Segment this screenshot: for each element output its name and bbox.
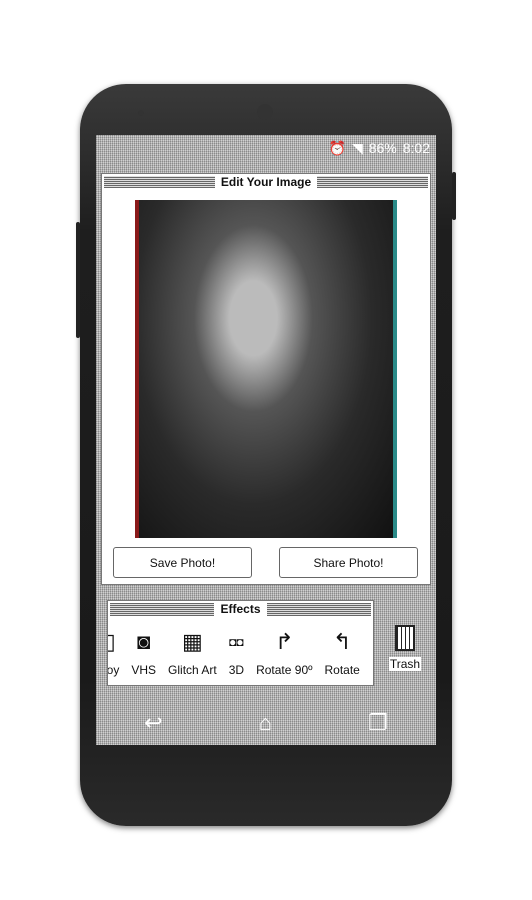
photo-preview[interactable] [135, 200, 397, 538]
screen: ⏰ ◥ 86% 8:02 Edit Your Image Save Photo!… [96, 135, 436, 745]
effect-rotate-90[interactable]: ↱ Rotate 90º [256, 621, 312, 677]
recents-icon[interactable]: ❐ [368, 710, 388, 736]
rotate-left-icon: ↰ [332, 629, 352, 654]
save-photo-button[interactable]: Save Photo! [113, 547, 252, 578]
effects-title: Effects [214, 603, 267, 616]
effect-gameboy[interactable]: ▯boy [108, 621, 119, 677]
home-icon[interactable]: ⌂ [259, 710, 272, 736]
power-button [452, 172, 456, 220]
share-photo-button[interactable]: Share Photo! [279, 547, 418, 578]
effect-glitch-art[interactable]: ▦ Glitch Art [168, 621, 217, 677]
front-camera [257, 104, 273, 120]
nav-bar: ↩ ⌂ ❐ [96, 700, 436, 745]
clock: 8:02 [402, 140, 430, 156]
editor-title: Edit Your Image [214, 176, 318, 188]
effect-3d[interactable]: ◘◘ 3D [229, 621, 244, 677]
effect-vhs[interactable]: ◙ VHS [131, 621, 156, 677]
alarm-icon: ⏰ [328, 139, 346, 156]
status-bar: ⏰ ◥ 86% 8:02 [96, 135, 436, 161]
back-icon[interactable]: ↩ [144, 710, 162, 736]
trash-button[interactable]: Trash [388, 625, 422, 673]
volume-button [76, 222, 80, 338]
gameboy-icon: ▯ [108, 621, 116, 663]
wifi-icon: ◥ [351, 139, 363, 156]
effects-titlebar: Effects [110, 603, 371, 616]
sensor [138, 110, 144, 116]
battery-level: 86% [368, 140, 397, 156]
effects-list[interactable]: ▯boy ◙VHS ▦Glitch Art ◘◘3D ↱Rotate 90º ↰… [108, 621, 372, 677]
rotate-right-icon: ↱ [275, 629, 294, 654]
editor-card: Edit Your Image Save Photo! Share Photo! [101, 173, 431, 585]
3d-glasses-icon: ◘◘ [229, 635, 244, 649]
trash-label: Trash [388, 657, 422, 671]
vhs-icon: ◙ [137, 629, 151, 654]
trash-icon [395, 625, 415, 651]
glitch-icon: ▦ [181, 629, 203, 654]
editor-titlebar: Edit Your Image [104, 176, 428, 188]
effect-rotate[interactable]: ↰ Rotate [325, 621, 360, 677]
effects-panel: Effects ▯boy ◙VHS ▦Glitch Art ◘◘3D ↱Rota… [107, 600, 374, 686]
